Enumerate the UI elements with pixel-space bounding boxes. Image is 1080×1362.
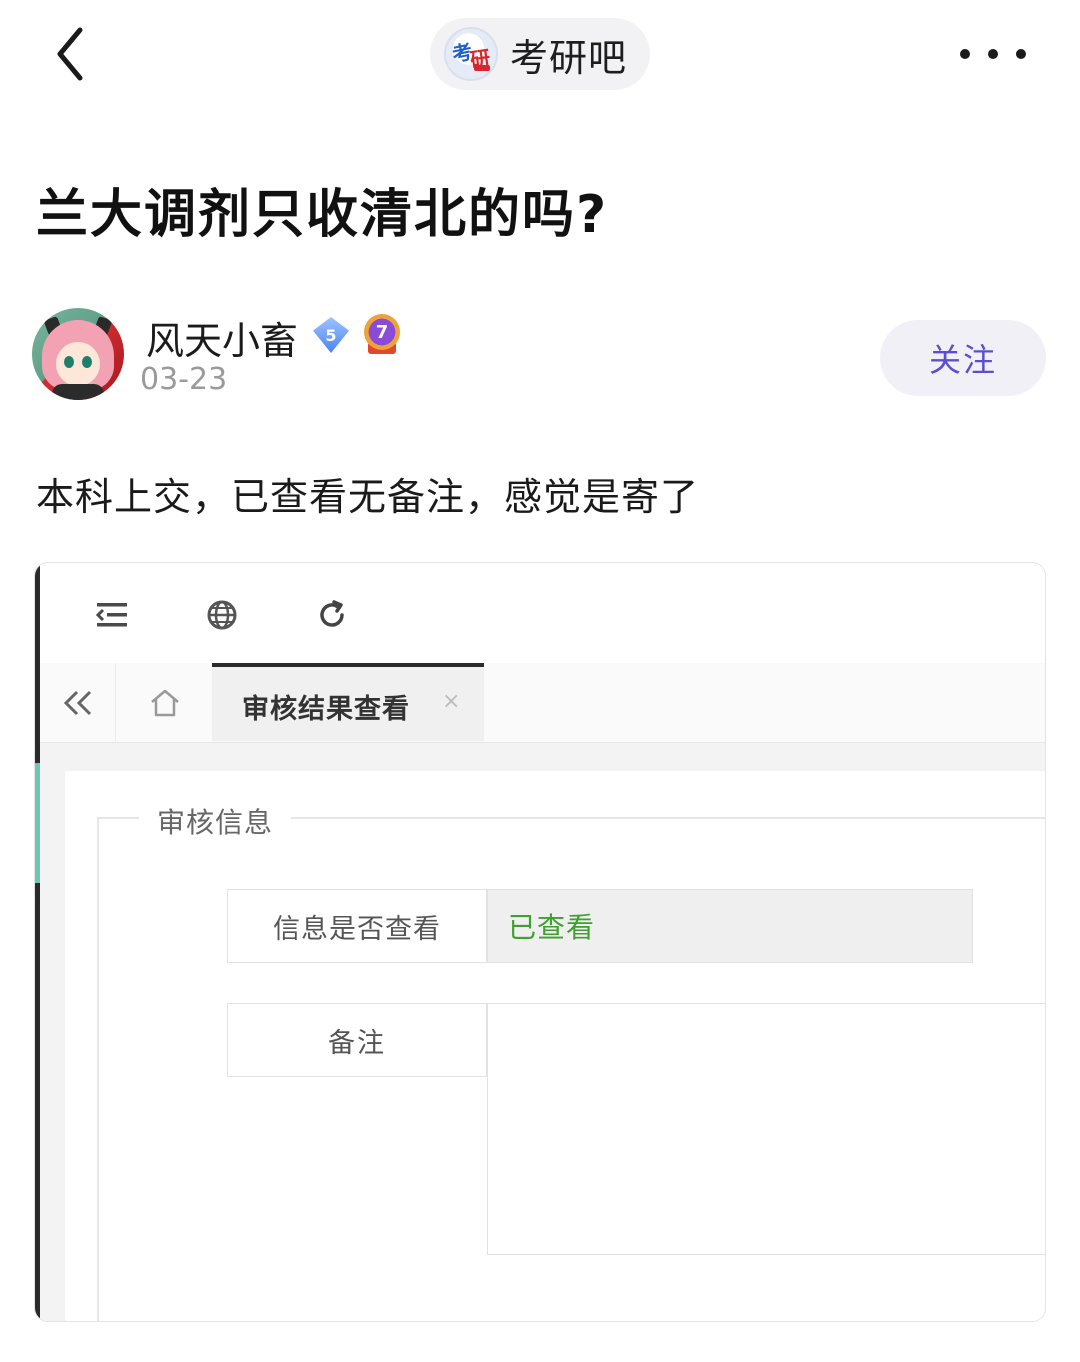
more-horizontal-icon (960, 49, 970, 59)
globe-icon (202, 595, 242, 635)
avatar-detail (64, 356, 74, 368)
embedded-section-legend: 审核信息 (139, 801, 292, 841)
close-icon: × (442, 689, 461, 714)
more-horizontal-icon (1016, 49, 1026, 59)
embedded-accent-bar (35, 763, 40, 883)
embedded-tab-active: 审核结果查看 × (212, 663, 484, 741)
embedded-tab-bar: 审核结果查看 × (40, 663, 1045, 743)
double-chevron-left-icon (58, 683, 98, 723)
home-icon (145, 683, 185, 723)
medal-badge-icon[interactable]: 7 (362, 314, 402, 356)
avatar-detail (82, 356, 92, 368)
avatar-detail (56, 342, 100, 386)
embedded-field-label: 信息是否查看 (227, 889, 487, 963)
level-badge-number: 5 (325, 325, 337, 345)
menu-collapse-icon (92, 595, 132, 635)
medal-badge-number: 7 (375, 321, 389, 343)
refresh-icon (312, 595, 352, 635)
avatar[interactable] (32, 308, 124, 400)
post-title: 兰大调剂只收清北的吗? (36, 185, 609, 245)
level-badge-icon[interactable]: 5 (312, 316, 350, 354)
more-horizontal-icon (988, 49, 998, 59)
post-image[interactable]: 审核结果查看 × 审核信息 信息是否查看 已查看 备注 (34, 562, 1046, 1322)
post-date: 03-23 (140, 362, 228, 397)
forum-logo-stripe (474, 65, 490, 71)
medal-ring: 7 (364, 314, 400, 350)
embedded-field-value (487, 1003, 1045, 1255)
embedded-tab-label: 审核结果查看 (242, 694, 410, 725)
embedded-toolbar (40, 563, 1045, 663)
forum-name: 考研吧 (510, 35, 628, 80)
tab-divider (115, 663, 116, 743)
embedded-field-value: 已查看 (487, 889, 973, 963)
follow-button[interactable]: 关注 (880, 320, 1046, 396)
more-button[interactable] (960, 36, 1026, 72)
level-badge-gem: 5 (313, 317, 349, 353)
back-button[interactable] (40, 24, 100, 84)
chevron-left-icon (57, 27, 83, 81)
avatar-detail (52, 384, 104, 400)
post-body: 本科上交，已查看无备注，感觉是寄了 (36, 475, 700, 519)
author-name[interactable]: 风天小畜 (146, 310, 298, 365)
forum-pill[interactable]: 考 研 考研吧 (430, 18, 650, 90)
forum-logo: 考 研 (444, 27, 498, 81)
embedded-field-label: 备注 (227, 1003, 487, 1077)
